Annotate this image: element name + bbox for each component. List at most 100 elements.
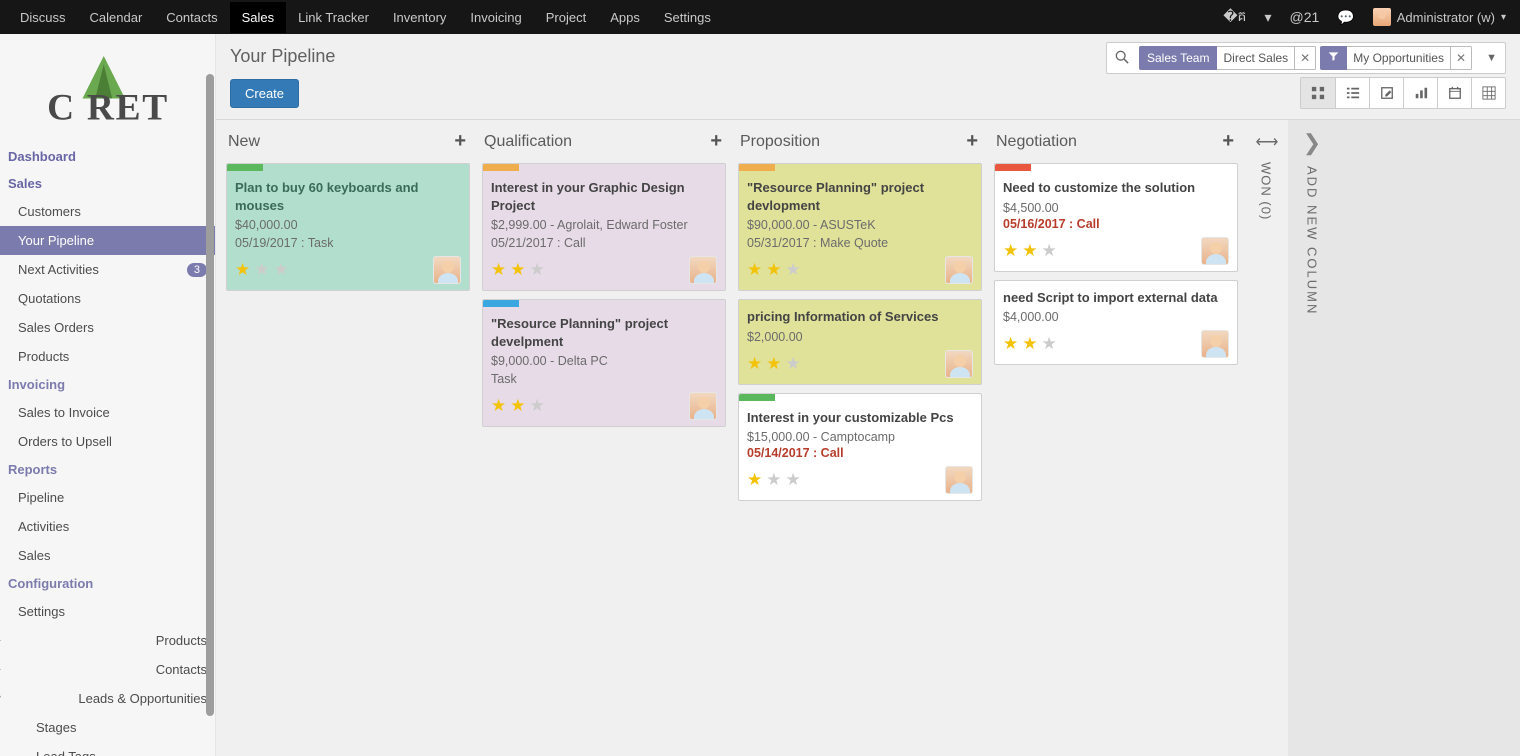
star-icon[interactable]: ★ [1042,241,1058,261]
view-calendar-button[interactable] [1437,78,1471,108]
star-icon[interactable]: ★ [1022,241,1038,261]
assignee-avatar[interactable] [945,466,973,494]
sidebar-section-invoicing[interactable]: Invoicing [0,371,215,398]
assignee-avatar[interactable] [945,256,973,284]
nav-sales[interactable]: Sales [230,2,287,33]
at-icon[interactable]: @21 [1283,9,1325,25]
star-icon[interactable]: ★ [1003,334,1019,354]
sidebar-item-sales-report[interactable]: Sales [0,541,215,570]
nav-project[interactable]: Project [534,2,598,33]
nav-inventory[interactable]: Inventory [381,2,458,33]
view-form-button[interactable] [1369,78,1403,108]
sidebar-item-contacts-config[interactable]: ▸Contacts [0,655,215,684]
sidebar-item-customers[interactable]: Customers [0,197,215,226]
star-icon[interactable]: ★ [491,260,507,280]
sidebar-section-sales[interactable]: Sales [0,170,215,197]
star-icon[interactable]: ★ [491,396,507,416]
column-add-icon[interactable]: + [710,130,722,153]
star-icon[interactable]: ★ [766,354,782,374]
sidebar-item-lead-tags[interactable]: Lead Tags [0,742,215,756]
kanban-card[interactable]: "Resource Planning" project devlopment$9… [738,163,982,291]
priority-stars[interactable]: ★★★ [1003,241,1058,261]
sidebar-item-sales-orders[interactable]: Sales Orders [0,313,215,342]
star-icon[interactable]: ★ [510,260,526,280]
star-icon[interactable]: ★ [530,396,546,416]
sidebar-item-pipeline[interactable]: Pipeline [0,483,215,512]
kanban-card[interactable]: need Script to import external data$4,00… [994,280,1238,366]
kanban-card[interactable]: Interest in your Graphic Design Project$… [482,163,726,291]
star-icon[interactable]: ★ [747,260,763,280]
sidebar-section-configuration[interactable]: Configuration [0,570,215,597]
priority-stars[interactable]: ★★★ [235,260,290,280]
nav-settings[interactable]: Settings [652,2,723,33]
sidebar-item-products-config[interactable]: ▸Products [0,626,215,655]
sidebar-item-settings[interactable]: Settings [0,597,215,626]
kanban-card[interactable]: "Resource Planning" project develpment$9… [482,299,726,427]
filter-remove-icon[interactable]: ✕ [1295,46,1316,70]
priority-stars[interactable]: ★★★ [747,260,802,280]
nav-contacts[interactable]: Contacts [154,2,229,33]
star-icon[interactable]: ★ [530,260,546,280]
kanban-card[interactable]: Interest in your customizable Pcs$15,000… [738,393,982,502]
view-graph-button[interactable] [1403,78,1437,108]
nav-discuss[interactable]: Discuss [8,2,78,33]
column-add-icon[interactable]: + [454,130,466,153]
add-column-button[interactable]: ❯ADD NEW COLUMN [1288,120,1336,756]
nav-link-tracker[interactable]: Link Tracker [286,2,381,33]
search-options-toggle[interactable]: ▼ [1478,52,1505,64]
view-kanban-button[interactable] [1301,78,1335,108]
assignee-avatar[interactable] [689,392,717,420]
priority-stars[interactable]: ★★★ [491,396,546,416]
star-icon[interactable]: ★ [1003,241,1019,261]
sidebar-item-your-pipeline[interactable]: Your Pipeline [0,226,215,255]
assignee-avatar[interactable] [1201,330,1229,358]
sidebar-item-quotations[interactable]: Quotations [0,284,215,313]
assignee-avatar[interactable] [945,350,973,378]
star-icon[interactable]: ★ [786,260,802,280]
star-icon[interactable]: ★ [786,470,802,490]
sidebar-item-orders-to-upsell[interactable]: Orders to Upsell [0,427,215,456]
kanban-card[interactable]: Plan to buy 60 keyboards and mouses$40,0… [226,163,470,291]
assignee-avatar[interactable] [433,256,461,284]
sidebar-item-sales-to-invoice[interactable]: Sales to Invoice [0,398,215,427]
assignee-avatar[interactable] [689,256,717,284]
priority-stars[interactable]: ★★★ [1003,334,1058,354]
nav-calendar[interactable]: Calendar [78,2,155,33]
sidebar-item-stages[interactable]: Stages [0,713,215,742]
sidebar-section-dashboard[interactable]: Dashboard [0,143,215,170]
filter-remove-icon[interactable]: ✕ [1451,46,1472,70]
nav-apps[interactable]: Apps [598,2,652,33]
create-button[interactable]: Create [230,79,299,108]
star-icon[interactable]: ★ [747,354,763,374]
scrollbar[interactable] [206,74,214,716]
sidebar-item-next-activities[interactable]: Next Activities 3 [0,255,215,284]
user-menu[interactable]: Administrator (w) ▾ [1367,8,1512,26]
assignee-avatar[interactable] [1201,237,1229,265]
view-pivot-button[interactable] [1471,78,1505,108]
star-icon[interactable]: ★ [786,354,802,374]
star-icon[interactable]: ★ [235,260,251,280]
star-icon[interactable]: ★ [1042,334,1058,354]
caret-down-icon[interactable]: ▾ [1258,9,1277,26]
kanban-card[interactable]: pricing Information of Services$2,000.00… [738,299,982,385]
priority-stars[interactable]: ★★★ [747,354,802,374]
sidebar-item-leads-opps[interactable]: ▾Leads & Opportunities [0,684,215,713]
star-icon[interactable]: ★ [510,396,526,416]
star-icon[interactable]: ★ [254,260,270,280]
search-box[interactable]: Sales Team Direct Sales ✕ My Opportuniti… [1106,42,1506,74]
star-icon[interactable]: ★ [766,260,782,280]
folded-column-won[interactable]: ⟷WON (0) [1244,120,1288,756]
column-add-icon[interactable]: + [966,130,978,153]
debug-icon[interactable]: �គ [1217,7,1252,28]
priority-stars[interactable]: ★★★ [491,260,546,280]
sidebar-item-products[interactable]: Products [0,342,215,371]
view-list-button[interactable] [1335,78,1369,108]
priority-stars[interactable]: ★★★ [747,470,802,490]
star-icon[interactable]: ★ [274,260,290,280]
kanban-card[interactable]: Need to customize the solution$4,500.000… [994,163,1238,272]
star-icon[interactable]: ★ [1022,334,1038,354]
sidebar-item-activities[interactable]: Activities [0,512,215,541]
star-icon[interactable]: ★ [747,470,763,490]
sidebar-section-reports[interactable]: Reports [0,456,215,483]
star-icon[interactable]: ★ [766,470,782,490]
